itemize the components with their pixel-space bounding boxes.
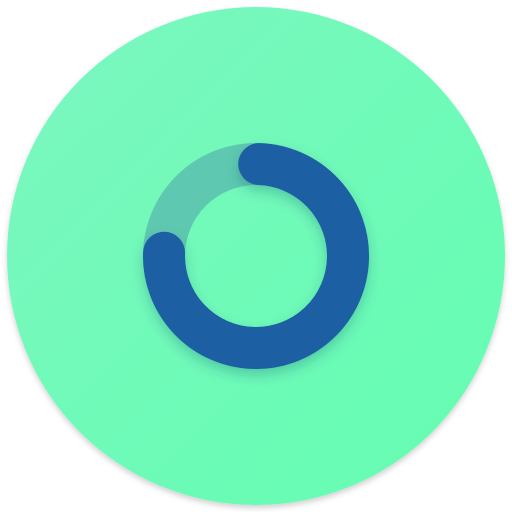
icon-background-circle	[7, 7, 505, 505]
app-icon	[0, 0, 512, 512]
app-icon-svg	[7, 7, 505, 505]
